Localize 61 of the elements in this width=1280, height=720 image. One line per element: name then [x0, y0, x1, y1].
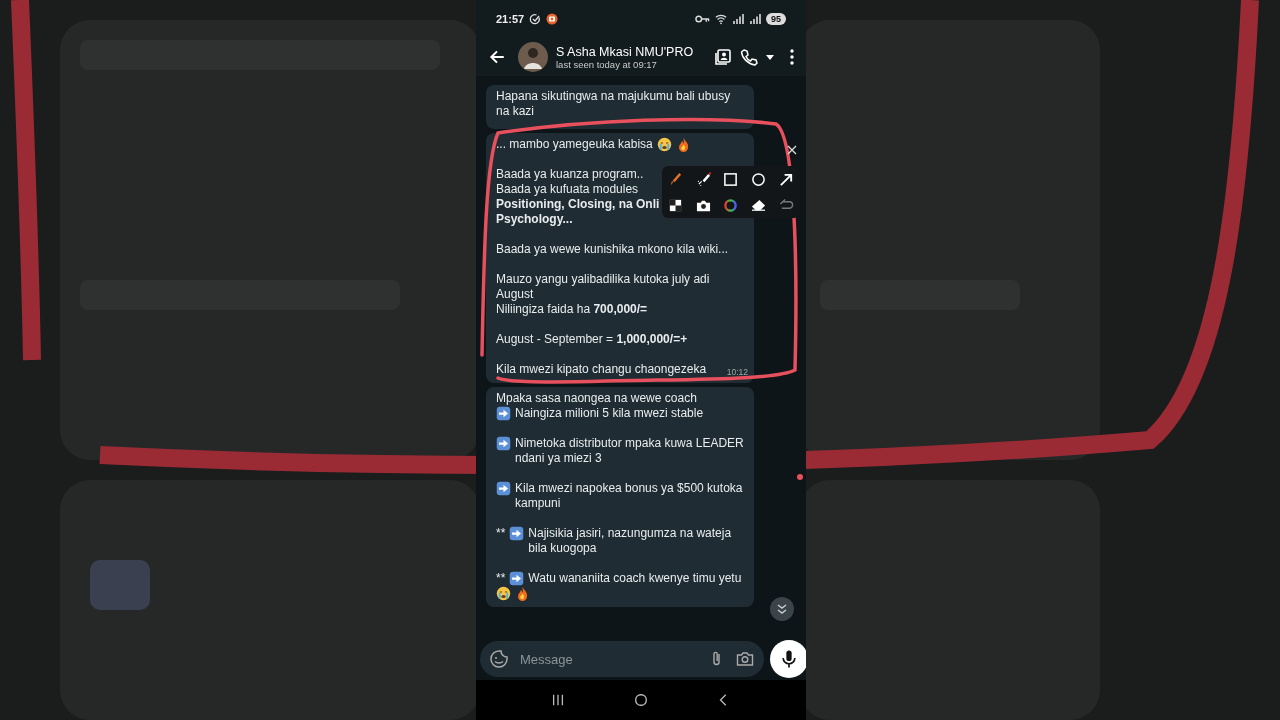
annotation-dot — [797, 474, 803, 480]
right-arrow-icon — [496, 436, 511, 451]
right-arrow-icon — [509, 571, 525, 586]
camera-icon[interactable] — [736, 650, 754, 668]
signal-icon — [732, 13, 744, 25]
message-text: Watu wananiita coach kwenye timu yetu — [528, 571, 742, 586]
message-text: Psychology... — [496, 212, 573, 227]
message-text: Positioning, Closing, na Onli — [496, 197, 660, 212]
recent-apps-icon[interactable] — [550, 693, 565, 707]
record-icon — [546, 13, 559, 25]
asterisks: ** — [496, 571, 506, 586]
scroll-down-button[interactable] — [770, 597, 794, 621]
message-text: Mauzo yangu yalibadilika kutoka july adi August — [496, 272, 711, 302]
circle-icon[interactable] — [751, 171, 767, 187]
back-arrow-icon[interactable] — [488, 48, 506, 66]
eraser-icon[interactable] — [751, 197, 767, 213]
check-circle-icon — [529, 13, 542, 25]
message-text: Naingiza milioni 5 kila mwezi stable — [515, 406, 704, 421]
right-arrow-icon — [509, 526, 525, 541]
message-text: Baada ya wewe kunishika mkono kila wiki... — [496, 242, 729, 257]
contact-name[interactable]: S Asha Mkasi NMU'PRO — [556, 44, 706, 59]
crying-face-icon — [496, 586, 511, 601]
fire-icon — [515, 586, 530, 601]
message-text: August - September = 1,000,000/=+ — [496, 332, 688, 347]
brush-icon[interactable] — [668, 171, 684, 187]
message-text: Kila mwezi kipato changu chaongezeka — [496, 362, 707, 377]
message-text: Nimetoka distributor mpaka kuwa LEADER ndani ya miezi 3 — [515, 436, 745, 466]
message-text: Niliingiza faida ha 700,000/= — [496, 302, 648, 317]
last-seen-status: last seen today at 09:17 — [556, 58, 658, 70]
wifi-icon — [715, 13, 727, 25]
right-arrow-icon — [496, 406, 511, 421]
message-text: Najisikia jasiri, nazungumza na wateja bila kuogopa — [528, 526, 733, 556]
signal-icon — [749, 13, 761, 25]
sticker-icon[interactable] — [490, 650, 508, 668]
message-field[interactable]: Message — [480, 641, 764, 677]
rectangle-icon[interactable] — [723, 171, 739, 187]
key-icon — [695, 13, 710, 25]
close-icon[interactable] — [787, 145, 797, 155]
microphone-button[interactable] — [770, 640, 806, 678]
message-text: Mpaka sasa naongea na wewe coach — [496, 391, 697, 406]
avatar[interactable] — [518, 42, 548, 72]
message-text: Kila mwezi napokea bonus ya $500 kutoka kampuni — [515, 481, 744, 511]
phone-icon[interactable] — [740, 48, 758, 66]
home-icon[interactable] — [634, 693, 648, 707]
mosaic-icon[interactable] — [668, 197, 684, 213]
asterisks: ** — [496, 526, 506, 541]
message-text: Hapana sikutingwa na majukumu bali ubusy na kazi — [496, 89, 732, 119]
crying-face-icon — [656, 137, 672, 152]
color-wheel-icon[interactable] — [723, 197, 739, 213]
more-options-icon[interactable] — [790, 49, 794, 65]
highlighter-icon[interactable] — [695, 171, 711, 187]
right-arrow-icon — [496, 481, 511, 496]
message-time: 10:12 — [726, 366, 748, 379]
battery-level: 95 — [766, 13, 786, 25]
arrow-icon[interactable] — [778, 171, 794, 187]
caret-icon[interactable] — [766, 54, 774, 60]
message-text: Baada ya kuanza program.. — [496, 167, 644, 182]
contact-card-icon[interactable] — [714, 48, 732, 66]
clock-time: 21:57 — [496, 13, 525, 25]
message-text: ... mambo yamegeuka kabisa — [496, 137, 653, 152]
message-text: Baada ya kufuata modules — [496, 182, 639, 197]
